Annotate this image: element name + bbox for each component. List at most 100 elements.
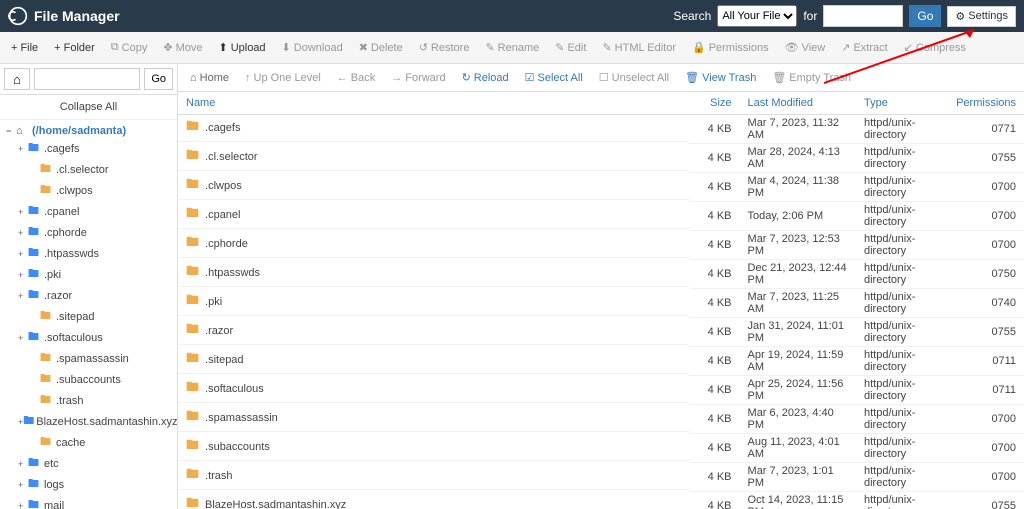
tree-item[interactable]: 🖿cache: [0, 432, 177, 453]
tree-item[interactable]: 🖿.subaccounts: [0, 369, 177, 390]
sub-reload[interactable]: ↻Reload: [456, 68, 515, 87]
table-row[interactable]: 🖿.spamassassin 4 KB Mar 6, 2023, 4:40 PM…: [178, 405, 1024, 434]
col-permissions[interactable]: Permissions: [948, 92, 1024, 115]
file-size: 4 KB: [689, 347, 739, 376]
folder-icon: 🖿: [186, 494, 199, 509]
toggle-icon[interactable]: +: [18, 459, 28, 469]
tool-rename[interactable]: ✎Rename: [478, 37, 546, 58]
col-type[interactable]: Type: [856, 92, 948, 115]
tool-extract[interactable]: ↗Extract: [834, 37, 894, 58]
sub-unselect-all[interactable]: ☐Unselect All: [593, 68, 675, 87]
tree-item[interactable]: +🖿.cagefs: [0, 138, 177, 159]
tool-label: HTML Editor: [615, 42, 676, 54]
path-go-button[interactable]: Go: [144, 68, 173, 90]
tree-item[interactable]: 🖿.cl.selector: [0, 159, 177, 180]
file-name: .spamassassin: [205, 412, 278, 424]
minus-icon[interactable]: −: [6, 126, 16, 136]
toggle-icon[interactable]: +: [18, 480, 28, 490]
file-modified: Mar 28, 2024, 4:13 AM: [740, 144, 856, 173]
tool-move[interactable]: ✥Move: [156, 37, 209, 58]
sub-icon: →: [391, 72, 402, 84]
toggle-icon[interactable]: +: [18, 270, 28, 280]
table-row[interactable]: 🖿.htpasswds 4 KB Dec 21, 2023, 12:44 PM …: [178, 260, 1024, 289]
sub-forward[interactable]: →Forward: [385, 69, 451, 87]
tool-view[interactable]: 👁View: [778, 37, 833, 58]
toggle-icon[interactable]: +: [18, 291, 28, 301]
toggle-icon[interactable]: +: [18, 228, 28, 238]
tool-edit[interactable]: ✎Edit: [548, 37, 593, 58]
tree-item[interactable]: +🖿BlazeHost.sadmantashin.xyz: [0, 411, 177, 432]
table-row[interactable]: 🖿.razor 4 KB Jan 31, 2024, 11:01 PM http…: [178, 318, 1024, 347]
file-name: .subaccounts: [205, 441, 270, 453]
table-row[interactable]: 🖿.cl.selector 4 KB Mar 28, 2024, 4:13 AM…: [178, 144, 1024, 173]
folder-icon: 🖿: [186, 146, 199, 168]
tool-compress[interactable]: ↙Compress: [897, 37, 973, 58]
toggle-icon[interactable]: +: [18, 249, 28, 259]
main-toolbar: +File+Folder⧉Copy✥Move⬆Upload⬇Download✖D…: [0, 32, 1024, 64]
toggle-icon[interactable]: +: [18, 501, 28, 509]
table-row[interactable]: 🖿.trash 4 KB Mar 7, 2023, 1:01 PM httpd/…: [178, 463, 1024, 492]
tree-item[interactable]: 🖿.trash: [0, 390, 177, 411]
toggle-icon[interactable]: +: [18, 333, 28, 343]
tool-upload[interactable]: ⬆Upload: [211, 37, 272, 58]
table-row[interactable]: 🖿.cagefs 4 KB Mar 7, 2023, 11:32 AM http…: [178, 115, 1024, 144]
tree-item[interactable]: +🖿etc: [0, 453, 177, 474]
table-row[interactable]: 🖿.pki 4 KB Mar 7, 2023, 11:25 AM httpd/u…: [178, 289, 1024, 318]
tree-item[interactable]: +🖿.htpasswds: [0, 243, 177, 264]
tree-root[interactable]: − ⌂ (/home/sadmanta): [0, 124, 177, 138]
tool-folder[interactable]: +Folder: [47, 38, 102, 58]
gear-icon: ⚙: [955, 10, 965, 23]
search-go-button[interactable]: Go: [909, 5, 941, 27]
col-size[interactable]: Size: [689, 92, 739, 115]
search-input[interactable]: [823, 5, 903, 27]
sub-up-one-level[interactable]: ↑Up One Level: [239, 69, 327, 87]
sub-view-trash[interactable]: 🗑View Trash: [679, 68, 762, 87]
tool-restore[interactable]: ↺Restore: [412, 37, 477, 58]
table-row[interactable]: 🖿.subaccounts 4 KB Aug 11, 2023, 4:01 AM…: [178, 434, 1024, 463]
path-input[interactable]: [34, 68, 140, 90]
tree-item[interactable]: +🖿.razor: [0, 285, 177, 306]
tree-item[interactable]: +🖿.cphorde: [0, 222, 177, 243]
tool-download[interactable]: ⬇Download: [275, 37, 350, 58]
sub-home[interactable]: ⌂Home: [184, 69, 235, 87]
table-row[interactable]: 🖿.cphorde 4 KB Mar 7, 2023, 12:53 PM htt…: [178, 231, 1024, 260]
search-scope-select[interactable]: All Your Files: [717, 5, 797, 27]
collapse-all-button[interactable]: Collapse All: [0, 95, 177, 120]
sub-label: Home: [200, 72, 229, 84]
home-button[interactable]: ⌂: [4, 68, 30, 90]
sub-back[interactable]: ←Back: [331, 69, 381, 87]
table-row[interactable]: 🖿.cpanel 4 KB Today, 2:06 PM httpd/unix-…: [178, 202, 1024, 231]
table-row[interactable]: 🖿.clwpos 4 KB Mar 4, 2024, 11:38 PM http…: [178, 173, 1024, 202]
tree-item[interactable]: +🖿.softaculous: [0, 327, 177, 348]
col-name[interactable]: Name: [178, 92, 689, 115]
sub-empty-trash[interactable]: 🗑Empty Trash: [766, 68, 857, 87]
tool-icon: ✥: [163, 41, 172, 54]
tool-html-editor[interactable]: ✎ HTML Editor: [595, 37, 683, 58]
tool-copy[interactable]: ⧉Copy: [104, 37, 155, 58]
file-size: 4 KB: [689, 492, 739, 509]
tree-item[interactable]: +🖿.pki: [0, 264, 177, 285]
table-row[interactable]: 🖿.softaculous 4 KB Apr 25, 2024, 11:56 P…: [178, 376, 1024, 405]
toggle-icon[interactable]: +: [18, 144, 28, 154]
toggle-icon[interactable]: +: [18, 207, 28, 217]
tree-item[interactable]: 🖿.spamassassin: [0, 348, 177, 369]
table-row[interactable]: 🖿BlazeHost.sadmantashin.xyz 4 KB Oct 14,…: [178, 492, 1024, 509]
tool-delete[interactable]: ✖Delete: [352, 37, 410, 58]
tool-permissions[interactable]: 🔒Permissions: [685, 37, 776, 58]
sub-select-all[interactable]: ☑Select All: [519, 68, 589, 87]
tree-item[interactable]: +🖿mail: [0, 495, 177, 509]
app-title: File Manager: [34, 8, 120, 24]
tree-label: .subaccounts: [56, 374, 121, 386]
tree-item[interactable]: +🖿logs: [0, 474, 177, 495]
tool-file[interactable]: +File: [4, 38, 45, 58]
col-modified[interactable]: Last Modified: [740, 92, 856, 115]
file-type: httpd/unix-directory: [856, 231, 948, 260]
sub-label: Select All: [538, 72, 583, 84]
tree-item[interactable]: 🖿.sitepad: [0, 306, 177, 327]
tree-item[interactable]: +🖿.cpanel: [0, 201, 177, 222]
settings-button[interactable]: ⚙ Settings: [947, 6, 1016, 27]
table-row[interactable]: 🖿.sitepad 4 KB Apr 19, 2024, 11:59 AM ht…: [178, 347, 1024, 376]
tool-label: Delete: [371, 42, 403, 54]
tree-item[interactable]: 🖿.clwpos: [0, 180, 177, 201]
tool-icon: ✎: [602, 41, 611, 54]
